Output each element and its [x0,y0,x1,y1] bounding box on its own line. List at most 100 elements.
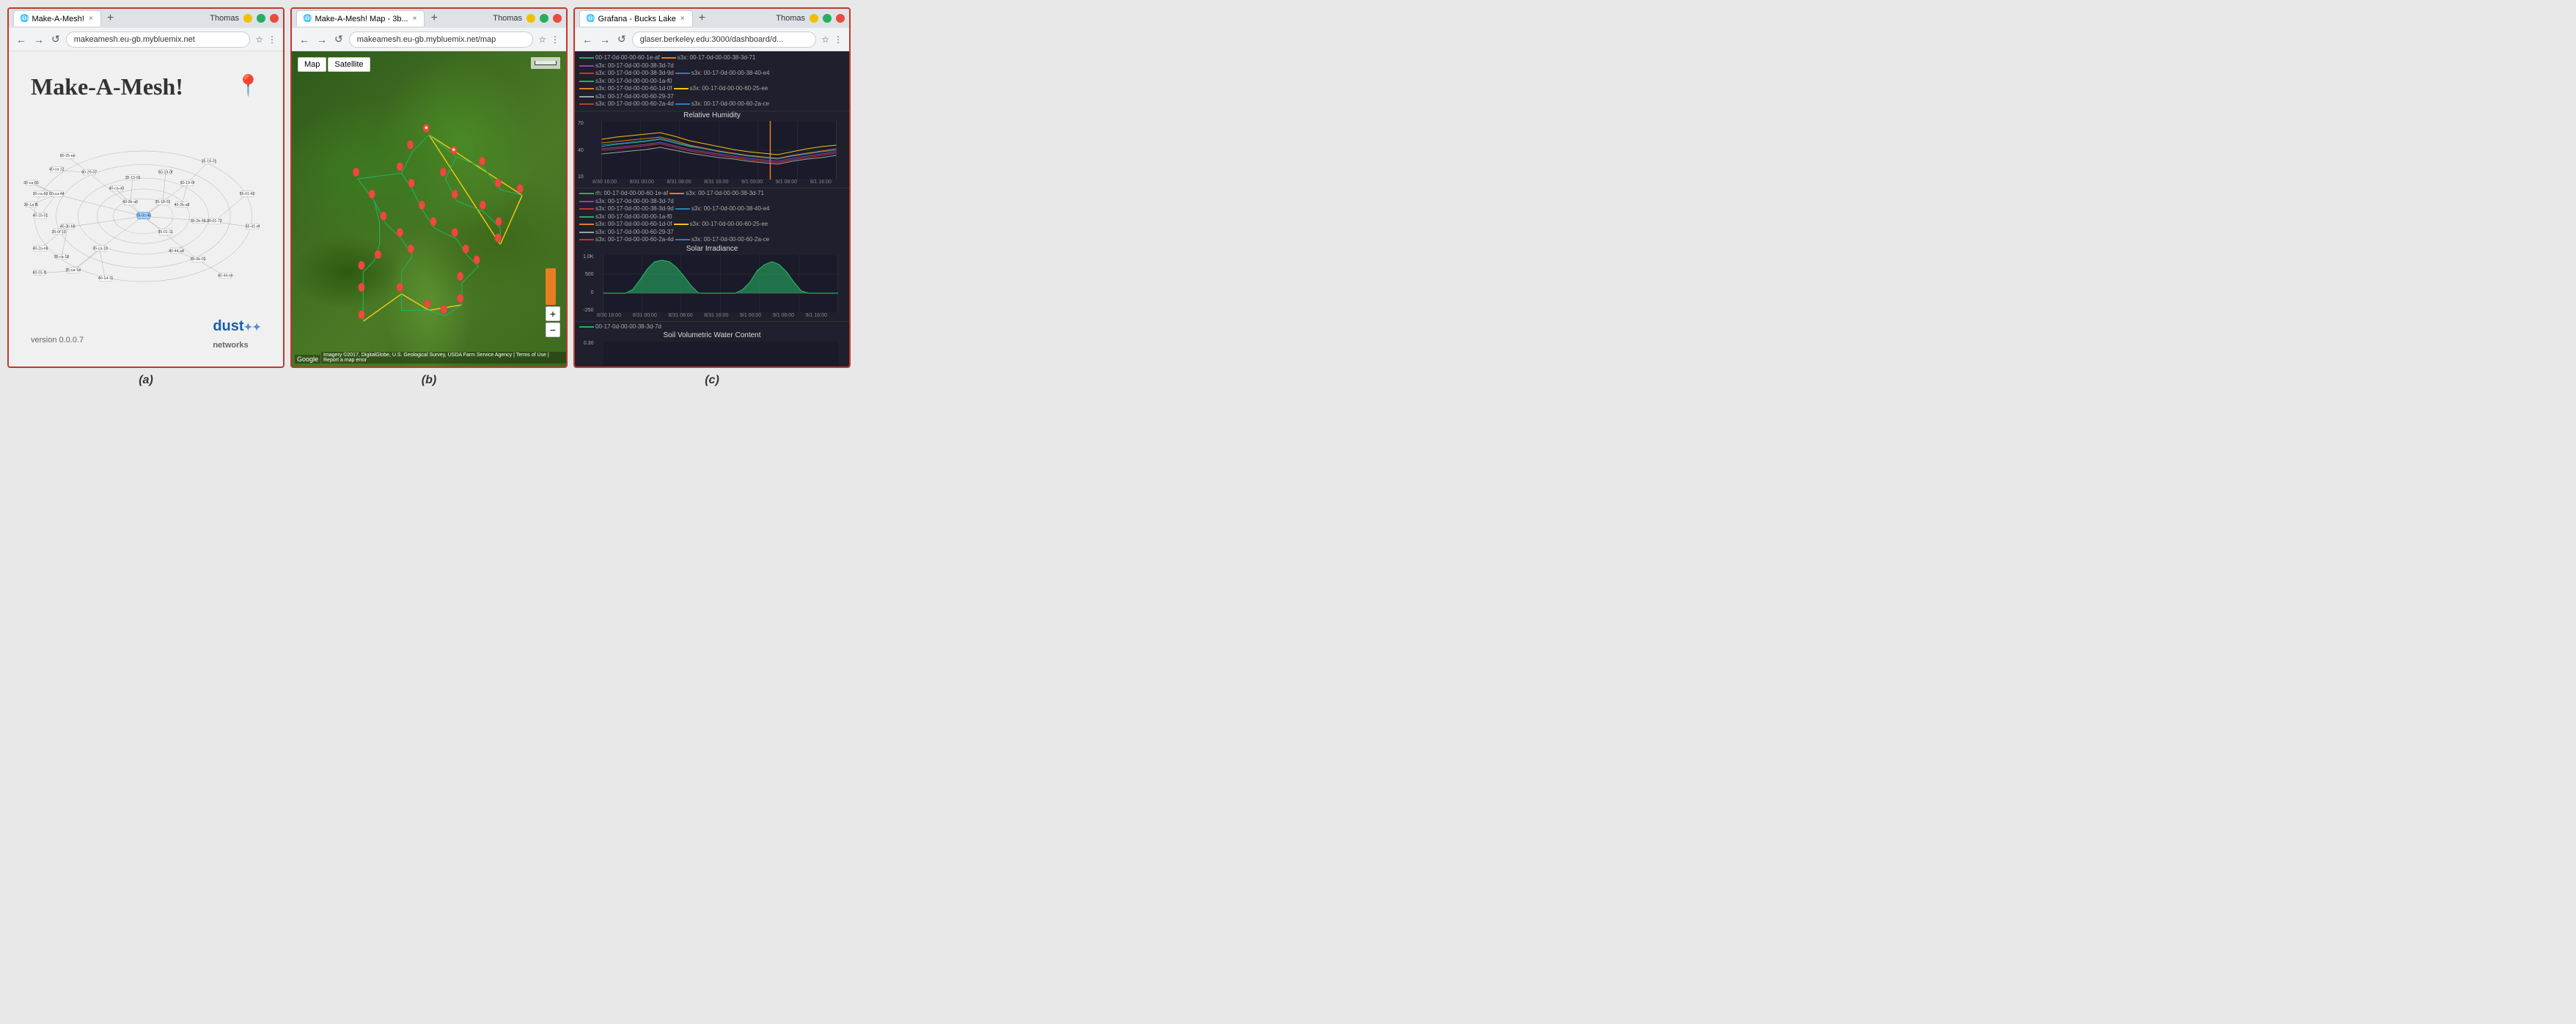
reload-btn-b[interactable]: ↺ [333,33,345,45]
minimize-btn-b[interactable] [526,14,535,23]
tab-grafana[interactable]: 🌐 Grafana - Bucks Lake × [579,10,693,26]
svg-text:60-25-ee: 60-25-ee [60,154,76,158]
solar-x-label-6: 9/1 16:00 [806,313,827,318]
new-tab-btn-a[interactable]: + [104,12,117,25]
chart-section-solar: Solar Irradiance 1.0K 500 0 -250 [575,245,849,318]
legend-text-0: 00-17-0d-00-00-60-1e-af [595,54,660,61]
mesh-main-title: Make-A-Mesh! [31,73,183,100]
forward-btn-c[interactable]: → [598,34,612,45]
back-btn-b[interactable]: ← [298,34,311,45]
url-box-b[interactable]: makeamesh.eu-gb.mybluemix.net/map [349,32,534,48]
legend-color-1 [661,57,676,59]
svg-text:55-ca-18: 55-ca-18 [54,255,70,259]
svg-text:40-2b-a8: 40-2b-a8 [175,203,190,207]
toolbar-icons-c: ☆ ⋮ [821,34,843,45]
tab-label-c: Grafana - Bucks Lake [598,15,675,23]
map-pin [495,234,502,243]
maximize-btn-b[interactable] [540,14,548,23]
caption-a-container: (a) [7,368,285,390]
reload-btn-c[interactable]: ↺ [616,33,628,45]
svg-text:35-18-01: 35-18-01 [202,160,217,164]
maximize-btn-c[interactable] [823,14,832,23]
legend-row-bottom-4: s3x: 00-17-0d-00-00-60-2a-4d s3x: 00-17-… [579,236,845,243]
legend-item-3: s3x: 00-17-0d-00-00-38-3d-9d [579,70,674,76]
legend-text-5: s3x: 00-17-0d-00-00-00-1a-f0 [595,78,672,84]
svg-text:55-41-ef: 55-41-ef [246,225,260,229]
map-btn-map[interactable]: Map [298,57,326,72]
caption-a: (a) [139,374,153,386]
map-pin [463,245,469,254]
forward-btn-b[interactable]: → [315,34,329,45]
svg-text:40-3b-b0: 40-3b-b0 [60,225,76,229]
url-box-c[interactable]: glaser.berkeley.edu:3000/dashboard/d... [632,32,817,48]
legend-bottom-text-8: s3x: 00-17-0d-00-00-60-25-ee [690,221,768,227]
legend-bottom-3: s3x: 00-17-0d-00-00-38-3d-7d [579,198,674,205]
title-bar-left-a: 🌐 Make-A-Mesh! × + [13,10,210,26]
tab-make-a-mesh[interactable]: 🌐 Make-A-Mesh! × [13,10,101,26]
solar-legend-item: 00-17-0d-00-00-38-3d-7d [579,323,845,330]
zoom-thumb [546,268,556,305]
url-box-a[interactable]: makeamesh.eu-gb.mybluemix.net [66,32,251,48]
zoom-out-btn[interactable]: − [546,323,560,337]
tab-icon-b: 🌐 [303,15,312,23]
tab-close-b[interactable]: × [411,14,419,23]
map-pin [359,310,365,319]
back-btn-a[interactable]: ← [15,34,28,45]
zoom-in-btn[interactable]: + [546,306,560,321]
chart-title-soil: Soil Volumetric Water Content [575,331,849,339]
svg-text:40-44-a4: 40-44-a4 [169,249,184,254]
chart-svg-humidity [592,121,846,180]
title-bar-right-a: Thomas [210,14,279,23]
legend-bottom-2: s3x: 00-17-0d-00-00-38-3d-71 [669,190,764,196]
more-icon-a[interactable]: ⋮ [267,34,277,45]
url-text-a: makeamesh.eu-gb.mybluemix.net [74,35,195,44]
legend-bottom-text-7: s3x: 00-17-0d-00-00-60-1d-0f [595,221,672,227]
user-name-a: Thomas [210,14,239,23]
title-bar-a: 🌐 Make-A-Mesh! × + Thomas [9,9,283,28]
svg-text:40-44-ee: 40-44-ee [218,273,233,278]
new-tab-btn-b[interactable]: + [428,12,440,25]
map-btn-satellite[interactable]: Satellite [328,57,370,72]
legend-bottom-7: s3x: 00-17-0d-00-00-60-1d-0f [579,221,672,227]
close-btn-a[interactable] [270,14,279,23]
tab-map[interactable]: 🌐 Make-A-Mesh! Map - 3b... × [296,10,425,26]
forward-btn-a[interactable]: → [32,34,45,45]
chart-svg-solar [595,254,846,313]
legend-item-8: s3x: 00-17-0d-00-00-60-29-37 [579,93,674,100]
tab-close-c[interactable]: × [679,14,686,23]
more-icon-c[interactable]: ⋮ [833,34,843,45]
map-pin [397,228,403,237]
reload-btn-a[interactable]: ↺ [50,33,62,45]
svg-text:40-1d-11: 40-1d-11 [98,276,113,281]
legend-bottom-text-3: s3x: 00-17-0d-00-00-38-3d-7d [595,198,674,205]
bookmark-icon-b[interactable]: ☆ [537,34,547,45]
new-tab-btn-c[interactable]: + [696,12,708,25]
map-container: Map Satellite [292,51,566,366]
close-btn-b[interactable] [553,14,562,23]
svg-text:40-2a-e4: 40-2a-e4 [33,246,48,251]
more-icon-b[interactable]: ⋮ [550,34,560,45]
legend-row-1: 00-17-0d-00-00-60-1e-af s3x: 00-17-0d-00… [579,54,845,69]
minimize-btn-a[interactable] [243,14,252,23]
chart-title-humidity: Relative Humidity [575,111,849,119]
minimize-btn-c[interactable] [810,14,818,23]
chart-solar-container: 1.0K 500 0 -250 [575,254,849,313]
tab-close-a[interactable]: × [87,14,95,23]
bookmark-icon-a[interactable]: ☆ [254,34,264,45]
maximize-btn-a[interactable] [257,14,265,23]
back-btn-c[interactable]: ← [581,34,594,45]
map-pin [496,217,502,226]
url-text-c: glaser.berkeley.edu:3000/dashboard/d... [640,35,784,44]
close-btn-c[interactable] [836,14,845,23]
dust-logo: dust✦✦ networks [213,318,261,352]
solar-legend-color [579,326,594,328]
legend-bottom-color-9 [579,232,594,233]
dust-sub-text: networks [213,341,248,350]
bookmark-icon-c[interactable]: ☆ [821,34,830,45]
map-pin [495,179,502,188]
grafana-legend-top: 00-17-0d-00-00-60-1e-af s3x: 00-17-0d-00… [575,51,849,111]
legend-bottom-1: rh: 00-17-0d-00-00-60-1e-af [579,190,668,196]
x-label-2: 8/31 08:00 [667,180,691,185]
browser-window-b: 🌐 Make-A-Mesh! Map - 3b... × + Thomas [290,7,568,368]
map-pin [397,283,403,292]
